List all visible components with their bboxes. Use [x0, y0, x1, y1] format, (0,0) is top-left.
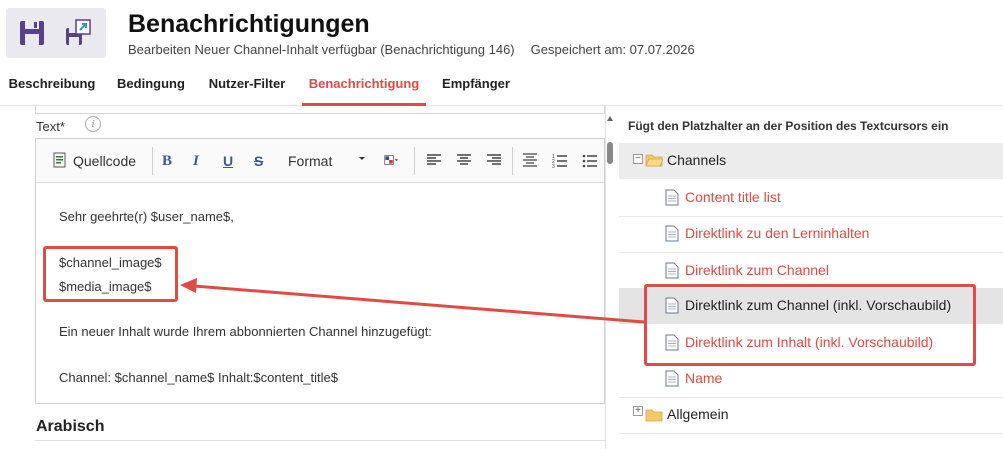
- source-code-button[interactable]: Quellcode: [73, 150, 136, 172]
- document-icon: [665, 370, 679, 387]
- tree-group-allgemein[interactable]: + Allgemein: [619, 397, 1003, 433]
- collapse-icon[interactable]: −: [633, 154, 643, 164]
- chevron-down-icon[interactable]: [358, 154, 366, 162]
- group-label-channels: Channels: [667, 152, 727, 168]
- align-center-icon[interactable]: [456, 152, 472, 168]
- item-label: Name: [685, 370, 723, 386]
- numbered-list-icon[interactable]: 123: [552, 152, 568, 168]
- header-actions: [6, 8, 106, 58]
- line-height-icon[interactable]: [522, 152, 538, 168]
- document-icon: [665, 262, 679, 279]
- scroll-thumb[interactable]: [607, 142, 613, 164]
- tree-item-name[interactable]: Name: [619, 361, 1003, 397]
- tree-item-direktlink-lerninhalte[interactable]: Direktlink zu den Lerninhalten: [619, 216, 1003, 252]
- highlight-box-right: [644, 284, 976, 366]
- align-left-icon[interactable]: [426, 152, 442, 168]
- section-divider: [35, 440, 605, 441]
- placeholder-panel: Fügt den Platzhalter an der Position des…: [605, 106, 1003, 449]
- bold-button[interactable]: B: [162, 150, 172, 172]
- expand-icon[interactable]: +: [633, 406, 643, 416]
- italic-button[interactable]: I: [193, 150, 199, 172]
- export-icon[interactable]: [64, 18, 92, 48]
- tab-empfaenger[interactable]: Empfänger: [432, 66, 520, 106]
- info-icon[interactable]: i: [85, 116, 101, 132]
- section-heading-arabisch: Arabisch: [36, 418, 105, 435]
- tree-group-channels[interactable]: − Channels: [619, 143, 1003, 179]
- toolbar-divider: [152, 147, 153, 175]
- bullet-list-icon[interactable]: [582, 152, 598, 168]
- channel-content-line: Channel: $channel_name$ Inhalt:$content_…: [59, 370, 338, 385]
- tree-item-content-title-list[interactable]: Content title list: [619, 180, 1003, 216]
- intro-line: Ein neuer Inhalt wurde Ihrem abbonnierte…: [59, 324, 432, 339]
- saved-date: Gespeichert am: 07.07.2026: [530, 42, 695, 57]
- text-color-icon[interactable]: [384, 152, 400, 168]
- highlight-box-left: [43, 246, 178, 302]
- previous-section-border: [35, 106, 605, 114]
- save-icon[interactable]: [18, 18, 46, 48]
- text-field-label: Text*: [36, 119, 65, 134]
- format-select[interactable]: Format: [288, 150, 332, 172]
- strikethrough-button[interactable]: S: [254, 150, 263, 172]
- folder-open-icon: [645, 154, 663, 167]
- tab-beschreibung[interactable]: Beschreibung: [0, 66, 104, 106]
- align-right-icon[interactable]: [486, 152, 502, 168]
- page-title: Benachrichtigungen: [128, 10, 370, 38]
- document-icon: [665, 225, 679, 242]
- underline-button[interactable]: U: [223, 150, 233, 172]
- page-subtitle: Bearbeiten Neuer Channel-Inhalt verfügba…: [128, 42, 695, 57]
- greeting-line: Sehr geehrte(r) $user_name$,: [59, 209, 234, 224]
- folder-icon: [645, 409, 663, 422]
- tab-bar: Beschreibung Bedingung Nutzer-Filter Ben…: [0, 66, 1003, 106]
- toolbar-divider: [512, 147, 513, 175]
- item-label: Content title list: [685, 189, 781, 205]
- group-label-allgemein: Allgemein: [667, 406, 729, 422]
- toolbar-divider: [414, 147, 415, 175]
- row-divider: [619, 433, 1003, 434]
- item-label: Direktlink zu den Lerninhalten: [685, 225, 870, 241]
- scroll-up-icon[interactable]: [607, 116, 613, 121]
- scrollbar[interactable]: [606, 114, 614, 444]
- svg-text:3: 3: [552, 164, 555, 168]
- tab-bedingung[interactable]: Bedingung: [108, 66, 194, 106]
- source-code-icon: [53, 152, 66, 168]
- panel-title: Fügt den Platzhalter an der Position des…: [628, 119, 949, 133]
- item-label: Direktlink zum Channel: [685, 262, 829, 278]
- editor-toolbar: Quellcode B I U S Format 123: [36, 139, 604, 183]
- tab-nutzer-filter[interactable]: Nutzer-Filter: [198, 66, 296, 106]
- page-header: Benachrichtigungen Bearbeiten Neuer Chan…: [0, 0, 1003, 64]
- tab-benachrichtigung[interactable]: Benachrichtigung: [302, 66, 426, 106]
- subtitle-text: Bearbeiten Neuer Channel-Inhalt verfügba…: [128, 42, 515, 57]
- document-icon: [665, 189, 679, 206]
